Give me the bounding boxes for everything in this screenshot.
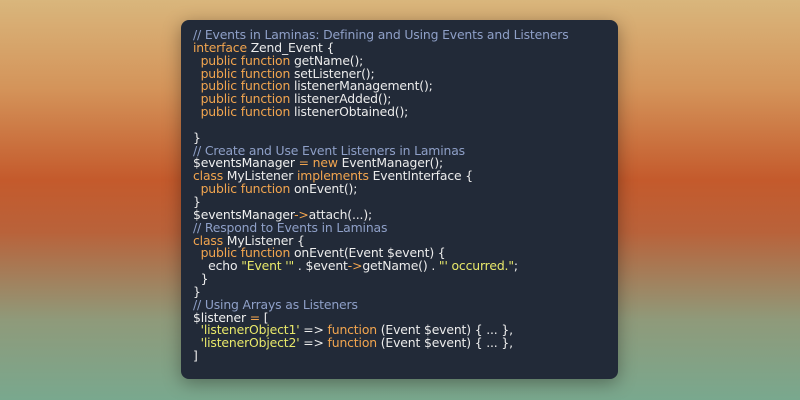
- code-token-plain: ]: [193, 348, 198, 364]
- code-token-plain: ;: [513, 258, 518, 274]
- code-token-kw: public function: [200, 181, 291, 197]
- code-block: // Events in Laminas: Defining and Using…: [193, 28, 618, 364]
- code-token-kw: public function: [200, 104, 291, 120]
- code-token-str: "' occurred.": [438, 258, 514, 274]
- code-line: echo "Event '" . $event->getName() . "' …: [193, 258, 618, 274]
- code-token-plain: onEvent();: [290, 181, 358, 197]
- code-token-kw: function: [327, 335, 378, 351]
- code-line: 'listenerObject2' => function (Event $ev…: [193, 335, 618, 351]
- code-token-plain: . $event: [294, 258, 348, 274]
- code-token-str: 'listenerObject2': [200, 335, 300, 351]
- code-token-plain: listenerObtained();: [290, 104, 409, 120]
- code-token-plain: EventInterface {: [368, 168, 474, 184]
- code-line: }: [193, 272, 618, 286]
- code-window: // Events in Laminas: Defining and Using…: [181, 20, 618, 379]
- code-token-plain: (Event $event) { ... },: [376, 335, 513, 351]
- code-token-str: "Event '": [241, 258, 295, 274]
- code-line: public function onEvent();: [193, 181, 618, 197]
- code-token-op: ->: [347, 258, 363, 274]
- code-line: ]: [193, 348, 618, 364]
- code-line: public function listenerObtained();: [193, 104, 618, 120]
- code-token-plain: getName() .: [362, 258, 439, 274]
- code-token-plain: =>: [299, 335, 328, 351]
